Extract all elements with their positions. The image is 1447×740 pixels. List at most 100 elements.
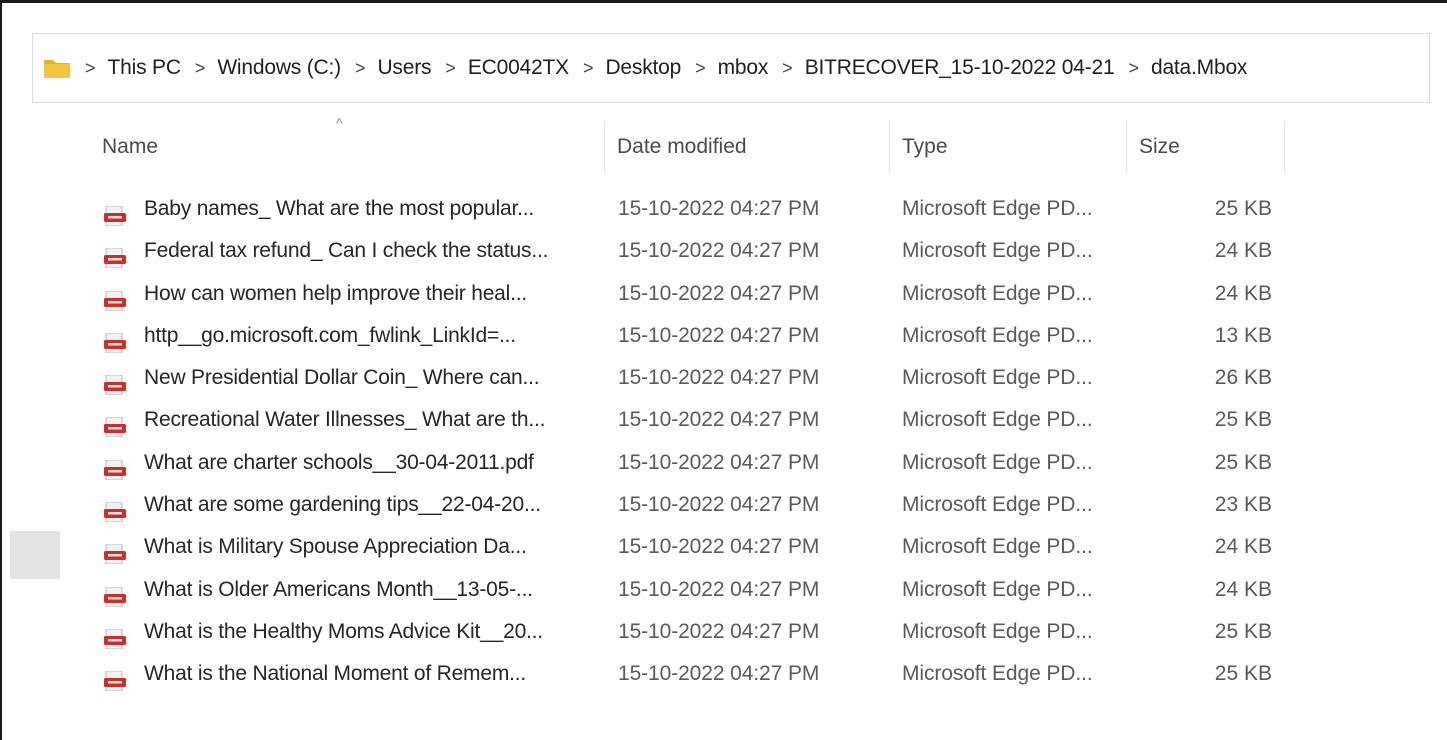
breadcrumb-chevron-icon[interactable]: > [695,58,706,79]
breadcrumb-chevron-icon[interactable]: > [85,58,96,79]
file-size: 24 KB [1214,535,1272,559]
file-type: Microsoft Edge PD... [902,366,1093,390]
file-date-modified: 15-10-2022 04:27 PM [618,619,820,643]
file-date-modified: 15-10-2022 04:27 PM [618,493,820,517]
breadcrumb-chevron-icon[interactable]: > [583,58,594,79]
file-name: What is the Healthy Moms Advice Kit__20.… [144,619,543,643]
file-size: 25 KB [1214,408,1272,432]
breadcrumb-item[interactable]: mbox [718,56,769,80]
explorer-window: > This PC > Windows (C:) > Users > EC0042TX > Des… [0,0,1447,740]
column-header-type[interactable]: Type [902,115,1122,179]
file-row[interactable]: Baby names_ What are the most popular...… [92,188,1292,230]
file-size: 25 KB [1214,619,1272,643]
file-size: 23 KB [1214,493,1272,517]
file-row[interactable]: Federal tax refund_ Can I check the stat… [92,230,1292,272]
file-type: Microsoft Edge PD... [902,619,1093,643]
column-header-size[interactable]: Size [1139,115,1279,179]
file-name: What is the National Moment of Remem... [144,662,527,686]
file-type: Microsoft Edge PD... [902,323,1093,347]
file-row[interactable]: What are charter schools__30-04-2011.pdf… [92,442,1292,484]
breadcrumb-chevron-icon[interactable]: > [355,58,366,79]
file-row[interactable]: What is Older Americans Month__13-05-...… [92,569,1292,611]
file-type: Microsoft Edge PD... [902,450,1093,474]
column-header-date-label: Date modified [617,135,747,158]
file-size: 26 KB [1214,366,1272,390]
file-row[interactable]: http__go.microsoft.com_fwlink_LinkId=...… [92,315,1292,357]
file-row[interactable]: Recreational Water Illnesses_ What are t… [92,399,1292,441]
folder-icon [43,57,71,79]
file-date-modified: 15-10-2022 04:27 PM [618,535,820,559]
breadcrumb-item[interactable]: BITRECOVER_15-10-2022 04-21 [805,56,1115,80]
column-divider[interactable] [1284,121,1285,173]
file-list: Baby names_ What are the most popular...… [92,188,1292,696]
file-name: Federal tax refund_ Can I check the stat… [144,239,549,263]
breadcrumb-item[interactable]: data.Mbox [1151,56,1247,80]
file-row[interactable]: What is the National Moment of Remem... 1… [92,653,1292,695]
file-date-modified: 15-10-2022 04:27 PM [618,281,820,305]
breadcrumb-chevron-icon[interactable]: > [445,58,456,79]
file-type: Microsoft Edge PD... [902,408,1093,432]
file-size: 24 KB [1214,239,1272,263]
breadcrumb-chevron-icon[interactable]: > [1128,58,1139,79]
pdf-file-icon [104,580,126,608]
column-header-date-modified[interactable]: Date modified [617,115,887,179]
file-row[interactable]: What are some gardening tips__22-04-20..… [92,484,1292,526]
pdf-file-icon [104,453,126,481]
file-date-modified: 15-10-2022 04:27 PM [618,662,820,686]
column-divider[interactable] [889,121,890,173]
file-size: 25 KB [1214,197,1272,220]
pdf-file-icon [104,326,126,354]
file-type: Microsoft Edge PD... [902,197,1093,220]
file-date-modified: 15-10-2022 04:27 PM [618,239,820,263]
pdf-file-icon [104,284,126,312]
breadcrumb-item[interactable]: Users [377,56,431,80]
file-row[interactable]: What is the Healthy Moms Advice Kit__20.… [92,611,1292,653]
pdf-file-icon [104,664,126,692]
file-type: Microsoft Edge PD... [902,662,1093,686]
breadcrumb-item[interactable]: EC0042TX [468,56,569,80]
file-row[interactable]: How can women help improve their heal...… [92,273,1292,315]
file-type: Microsoft Edge PD... [902,239,1093,263]
breadcrumb-item[interactable]: Windows (C:) [217,56,341,80]
file-name: What are some gardening tips__22-04-20..… [144,493,541,517]
column-header-name-label: Name [102,135,159,158]
column-header-size-label: Size [1139,135,1180,158]
file-name: http__go.microsoft.com_fwlink_LinkId=... [144,323,516,347]
file-date-modified: 15-10-2022 04:27 PM [618,323,820,347]
navigation-pane-selection[interactable] [10,531,60,579]
pdf-file-icon [104,622,126,650]
pdf-file-icon [104,495,126,523]
column-header-type-label: Type [902,135,948,158]
file-size: 25 KB [1214,450,1272,474]
file-row[interactable]: New Presidential Dollar Coin_ Where can.… [92,357,1292,399]
breadcrumb-chevron-icon[interactable]: > [782,58,793,79]
file-name: New Presidential Dollar Coin_ Where can.… [144,366,540,390]
file-date-modified: 15-10-2022 04:27 PM [618,197,820,220]
file-size: 13 KB [1214,323,1272,347]
file-date-modified: 15-10-2022 04:27 PM [618,408,820,432]
breadcrumb-item[interactable]: This PC [108,56,181,80]
pdf-file-icon [104,199,126,227]
file-type: Microsoft Edge PD... [902,281,1093,305]
file-name: What are charter schools__30-04-2011.pdf [144,450,534,474]
breadcrumb-chevron-icon[interactable]: > [195,58,206,79]
breadcrumb-item[interactable]: Desktop [605,56,681,80]
pdf-file-icon [104,410,126,438]
column-header-name[interactable]: Name [102,115,602,179]
file-name: How can women help improve their heal... [144,281,528,305]
file-size: 24 KB [1214,577,1272,601]
file-type: Microsoft Edge PD... [902,493,1093,517]
address-bar[interactable]: > This PC > Windows (C:) > Users > EC0042TX > Des… [32,33,1430,103]
file-date-modified: 15-10-2022 04:27 PM [618,577,820,601]
pdf-file-icon [104,241,126,269]
file-type: Microsoft Edge PD... [902,535,1093,559]
file-row[interactable]: What is Military Spouse Appreciation Da.… [92,526,1292,568]
file-name: What is Older Americans Month__13-05-... [144,577,533,601]
file-type: Microsoft Edge PD... [902,577,1093,601]
pdf-file-icon [104,537,126,565]
pdf-file-icon [104,368,126,396]
column-header-row: ^ Name Date modified Type Size [64,115,1286,179]
column-divider[interactable] [1126,121,1127,173]
file-name: What is Military Spouse Appreciation Da.… [144,535,527,559]
column-divider[interactable] [604,121,605,173]
